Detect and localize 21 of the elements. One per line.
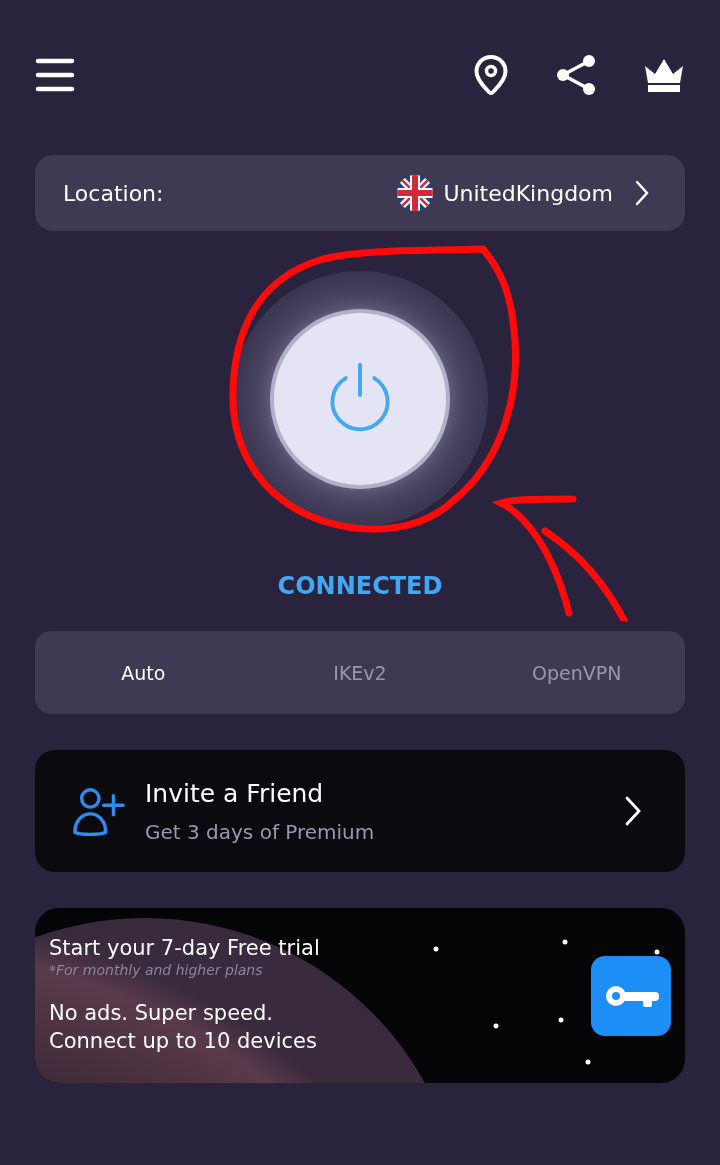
menu-icon[interactable] (35, 58, 75, 92)
location-pin-icon[interactable] (473, 54, 509, 96)
crown-icon[interactable] (643, 57, 685, 93)
protocol-tab[interactable]: OpenVPN (468, 631, 685, 714)
key-icon (591, 955, 671, 1036)
promo-title: Start your 7-day Free trial (49, 936, 321, 961)
invite-subtitle: Get 3 days of Premium (145, 819, 376, 844)
connection-status: CONNECTED (277, 572, 443, 600)
share-icon[interactable] (555, 54, 597, 96)
invite-title: Invite a Friend (145, 778, 325, 808)
protocol-tab[interactable]: Auto (35, 631, 252, 714)
promo-text: No ads. Super speed. (49, 1000, 275, 1028)
flag-icon (397, 175, 434, 211)
location-selector[interactable]: Location: UnitedKingdom (35, 155, 685, 231)
invite-card[interactable]: Invite a Friend Get 3 days of Premium (35, 750, 685, 872)
chevron-right-icon (625, 796, 641, 826)
chevron-right-icon (635, 180, 649, 206)
promo-text: Connect up to 10 devices (49, 1027, 318, 1055)
promo-banner[interactable]: Start your 7-day Free trial *For monthly and higher plans No ads. Super speed. Connect up to 10 devices (35, 908, 685, 1083)
promo-note: *For monthly and higher plans (49, 962, 264, 979)
protocol-tab[interactable]: IKEv2 (251, 631, 469, 714)
